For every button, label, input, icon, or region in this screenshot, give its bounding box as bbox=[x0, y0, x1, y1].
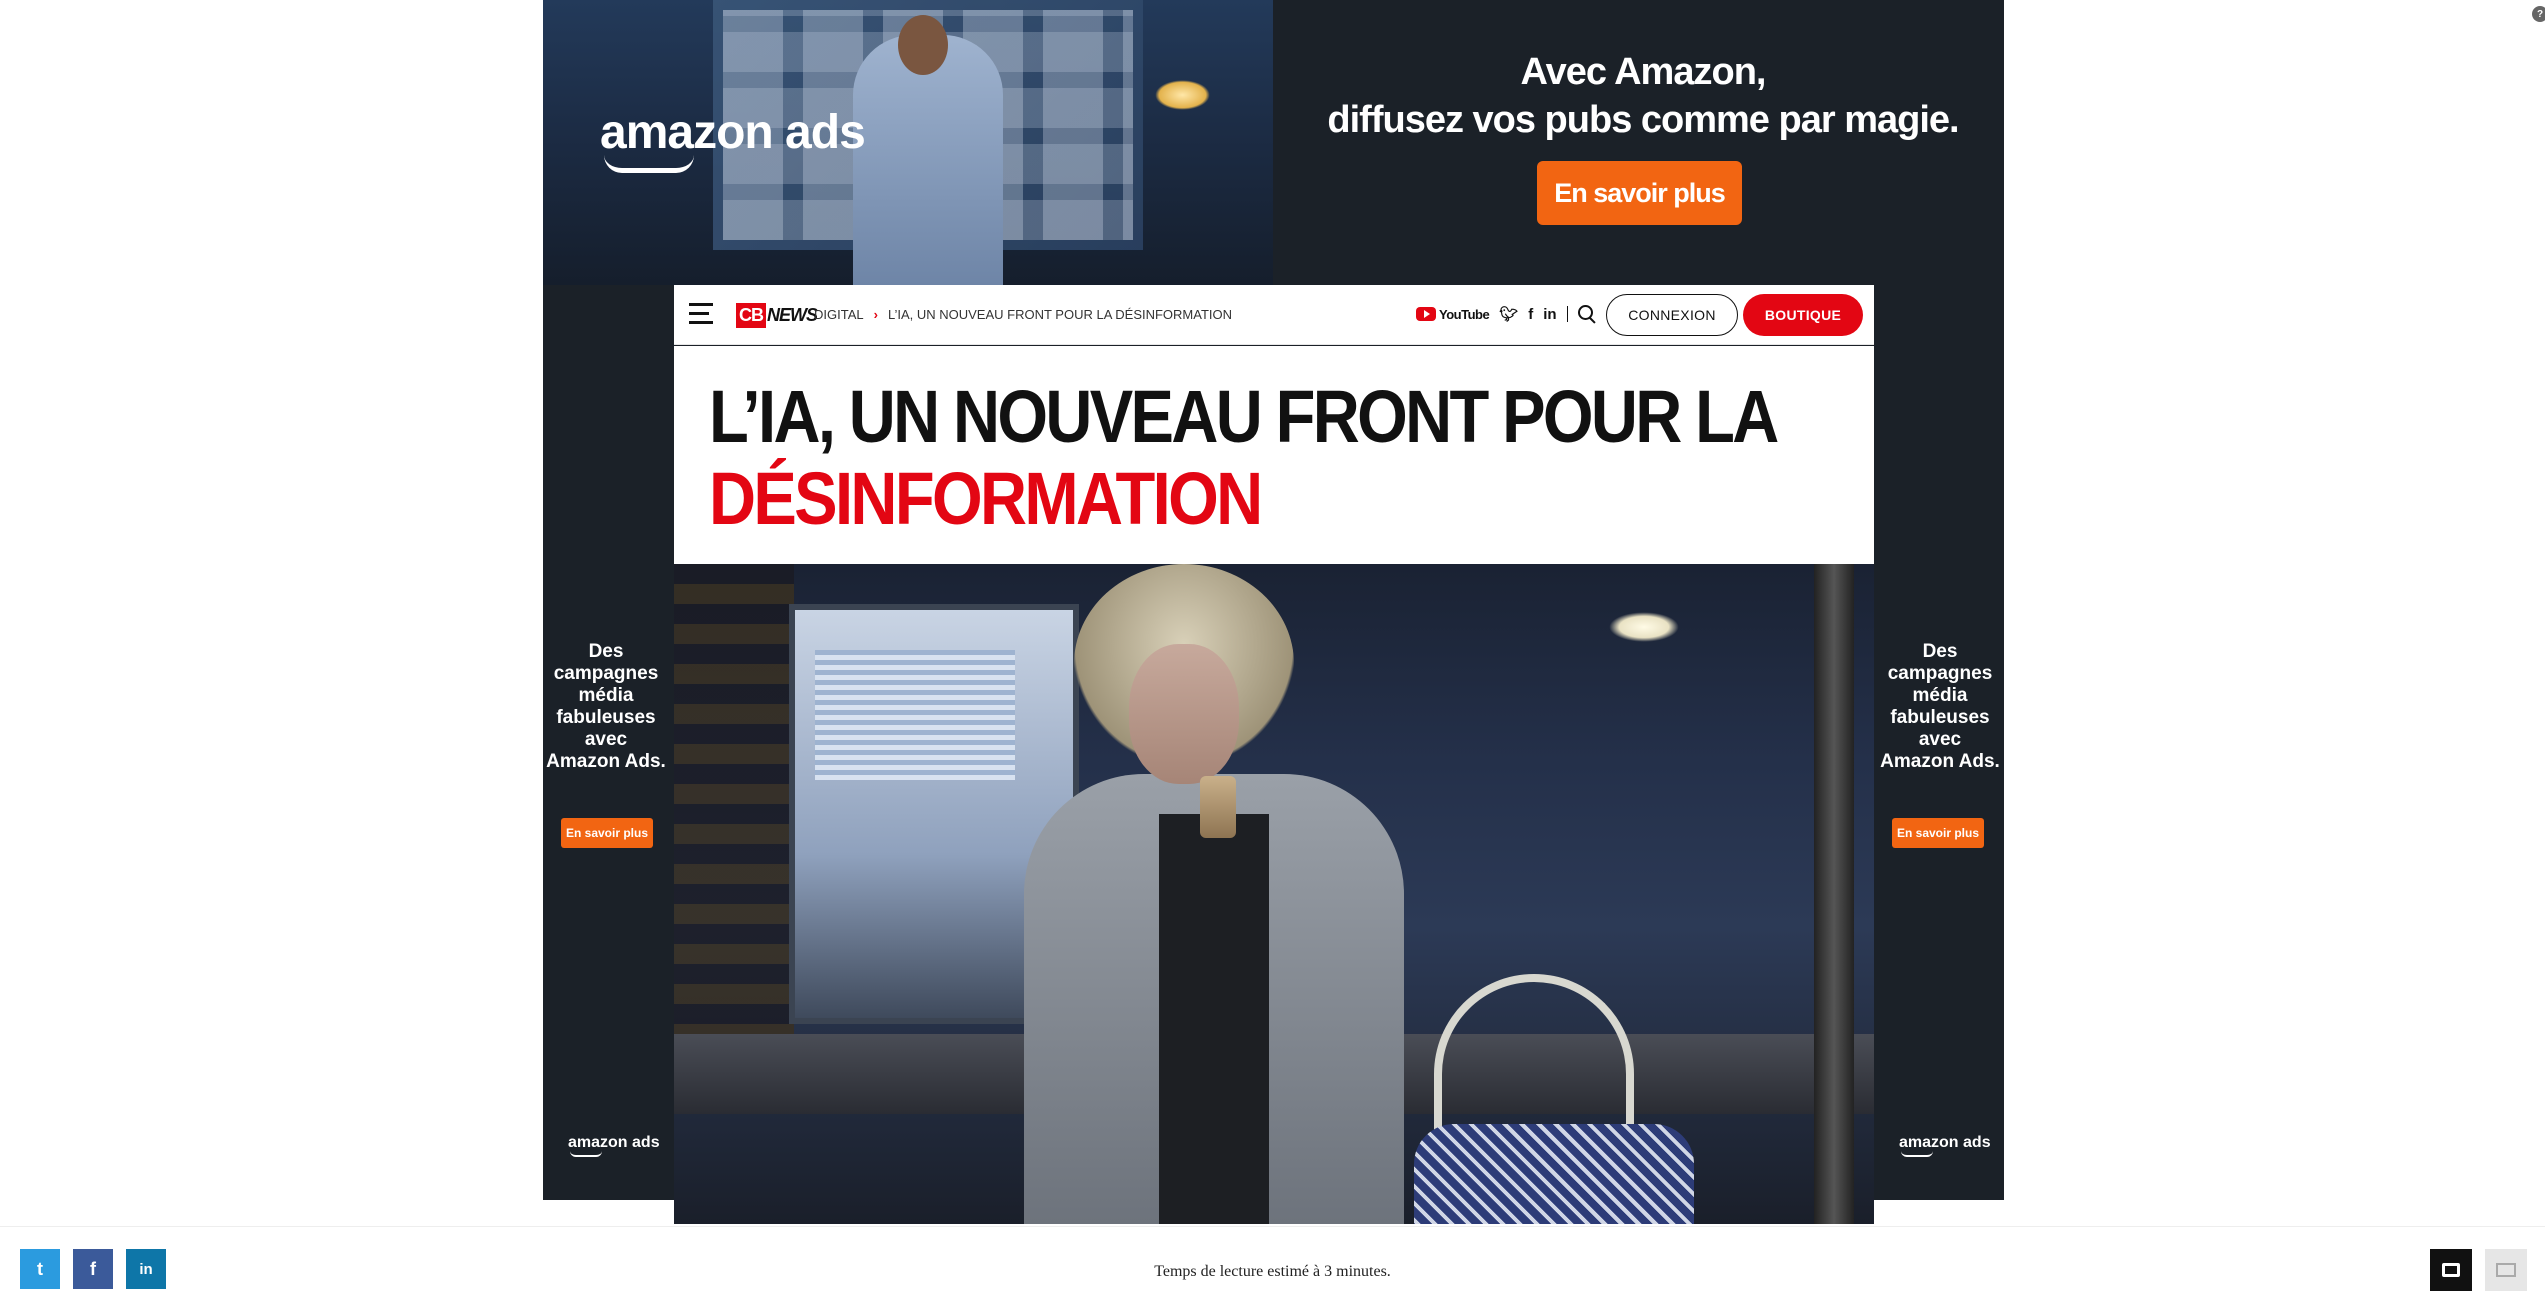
site-header: CB NEWS DIGITAL › L’IA, UN NOUVEAU FRONT … bbox=[674, 285, 1874, 345]
ad-side-button-right[interactable]: En savoir plus bbox=[1892, 818, 1984, 848]
ad-learn-more-button[interactable]: En savoir plus bbox=[1537, 161, 1742, 225]
article-title-highlight: DÉSINFORMATION bbox=[709, 457, 1263, 540]
social-links: YouTube 🐦︎ f in bbox=[1416, 305, 1596, 323]
bottom-toolbar: t f in Temps de lecture estimé à 3 minut… bbox=[0, 1226, 2545, 1304]
search-icon[interactable] bbox=[1577, 305, 1596, 323]
amazon-ads-logo-right: amazon ads bbox=[1899, 1134, 1991, 1157]
youtube-icon[interactable]: YouTube bbox=[1416, 307, 1490, 322]
breadcrumb: DIGITAL › L’IA, UN NOUVEAU FRONT POUR LA… bbox=[814, 307, 1232, 322]
mail-icon[interactable] bbox=[2485, 1249, 2527, 1291]
chevron-right-icon: › bbox=[873, 307, 878, 322]
twitter-icon[interactable]: 🐦︎ bbox=[1499, 305, 1518, 323]
amazon-ads-logo: amazon ads bbox=[600, 105, 866, 173]
ad-side-text-right: Des campagnes média fabuleuses avec Amaz… bbox=[1880, 641, 2000, 772]
breadcrumb-digital[interactable]: DIGITAL bbox=[814, 307, 864, 322]
login-button[interactable]: CONNEXION bbox=[1606, 294, 1738, 336]
print-icon[interactable] bbox=[2430, 1249, 2472, 1291]
site-logo[interactable]: CB NEWS bbox=[736, 299, 818, 331]
hero-image bbox=[674, 564, 1874, 1224]
ad-photo: amazon ads bbox=[543, 0, 1273, 285]
help-icon[interactable]: ? bbox=[2532, 6, 2545, 22]
ad-headline: Avec Amazon, diffusez vos pubs comme par… bbox=[1327, 51, 1959, 141]
reading-time: Temps de lecture estimé à 3 minutes. bbox=[1154, 1263, 1391, 1280]
amazon-ads-logo-left: amazon ads bbox=[568, 1134, 660, 1157]
divider bbox=[1566, 306, 1568, 322]
shop-button[interactable]: BOUTIQUE bbox=[1743, 294, 1863, 336]
article-title: L’IA, UN NOUVEAU FRONT POUR LA DÉSINFORM… bbox=[709, 376, 1853, 540]
page: ? amazon ads Avec Amazon, diffusez vos p… bbox=[0, 0, 2545, 1304]
menu-icon[interactable] bbox=[689, 303, 713, 327]
linkedin-icon[interactable]: in bbox=[1543, 306, 1556, 323]
ad-side-button-left[interactable]: En savoir plus bbox=[561, 818, 653, 848]
breadcrumb-current: L’IA, UN NOUVEAU FRONT POUR LA DÉSINFORM… bbox=[887, 307, 1233, 322]
ad-side-text-left: Des campagnes média fabuleuses avec Amaz… bbox=[546, 641, 666, 772]
article-header: L’IA, UN NOUVEAU FRONT POUR LA DÉSINFORM… bbox=[674, 346, 1874, 564]
facebook-icon[interactable]: f bbox=[1528, 306, 1533, 323]
